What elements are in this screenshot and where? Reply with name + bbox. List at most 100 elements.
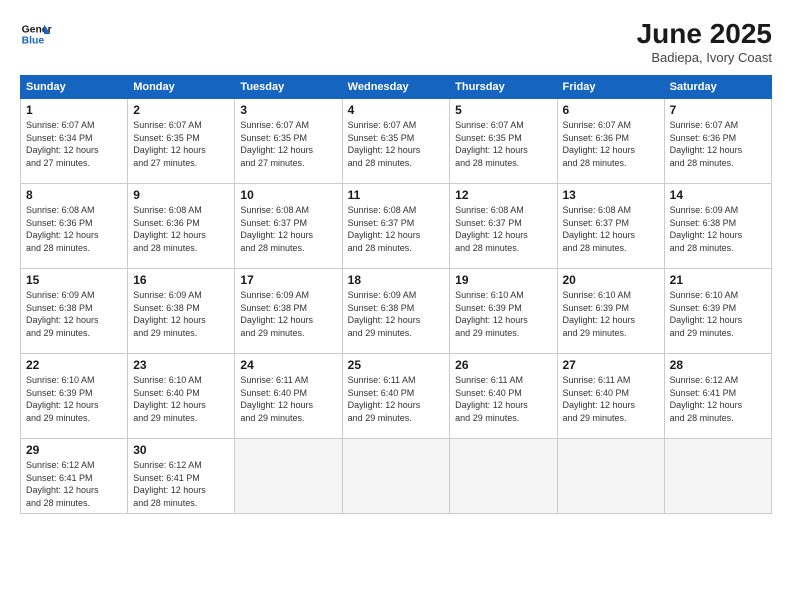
table-row: 17Sunrise: 6:09 AM Sunset: 6:38 PM Dayli… bbox=[235, 269, 342, 354]
table-row bbox=[450, 439, 557, 514]
table-row: 3 Sunrise: 6:07 AM Sunset: 6:35 PM Daylig… bbox=[235, 99, 342, 184]
table-row: 16 Sunrise: 6:09 AM Sunset: 6:38 PM Dayli… bbox=[128, 269, 235, 354]
table-row: 9 Sunrise: 6:08 AM Sunset: 6:36 PM Daylig… bbox=[128, 184, 235, 269]
table-row bbox=[664, 439, 771, 514]
day-number: 2 bbox=[133, 103, 229, 117]
day-detail: Sunrise: 6:07 AM Sunset: 6:34 PM Dayligh… bbox=[26, 119, 122, 169]
table-row: 30 Sunrise: 6:12 AM Sunset: 6:41 PM Dayli… bbox=[128, 439, 235, 514]
calendar-table: Sunday Monday Tuesday Wednesday Thursday… bbox=[20, 75, 772, 514]
col-monday: Monday bbox=[128, 76, 235, 99]
day-number: 8 bbox=[26, 188, 122, 202]
table-row: 4Sunrise: 6:07 AM Sunset: 6:35 PM Daylig… bbox=[342, 99, 450, 184]
day-number: 17 bbox=[240, 273, 336, 287]
day-detail: Sunrise: 6:07 AM Sunset: 6:35 PM Dayligh… bbox=[240, 119, 336, 169]
day-number: 15 bbox=[26, 273, 122, 287]
table-row bbox=[235, 439, 342, 514]
location: Badiepa, Ivory Coast bbox=[637, 50, 772, 65]
col-tuesday: Tuesday bbox=[235, 76, 342, 99]
col-wednesday: Wednesday bbox=[342, 76, 450, 99]
day-detail: Sunrise: 6:09 AM Sunset: 6:38 PM Dayligh… bbox=[26, 289, 122, 339]
day-detail: Sunrise: 6:08 AM Sunset: 6:36 PM Dayligh… bbox=[133, 204, 229, 254]
table-row: 22 Sunrise: 6:10 AM Sunset: 6:39 PM Dayli… bbox=[21, 354, 128, 439]
table-row: 6 Sunrise: 6:07 AM Sunset: 6:36 PM Daylig… bbox=[557, 99, 664, 184]
table-row: 13 Sunrise: 6:08 AM Sunset: 6:37 PM Dayli… bbox=[557, 184, 664, 269]
day-detail: Sunrise: 6:08 AM Sunset: 6:37 PM Dayligh… bbox=[563, 204, 659, 254]
day-number: 9 bbox=[133, 188, 229, 202]
table-row: 5 Sunrise: 6:07 AM Sunset: 6:35 PM Daylig… bbox=[450, 99, 557, 184]
svg-text:Blue: Blue bbox=[22, 36, 45, 47]
table-row: 1 Sunrise: 6:07 AM Sunset: 6:34 PM Daylig… bbox=[21, 99, 128, 184]
day-number: 23 bbox=[133, 358, 229, 372]
table-row: 27 Sunrise: 6:11 AM Sunset: 6:40 PM Dayli… bbox=[557, 354, 664, 439]
day-detail: Sunrise: 6:10 AM Sunset: 6:40 PM Dayligh… bbox=[133, 374, 229, 424]
day-number: 11 bbox=[348, 188, 445, 202]
day-number: 29 bbox=[26, 443, 122, 457]
table-row: 7 Sunrise: 6:07 AM Sunset: 6:36 PM Daylig… bbox=[664, 99, 771, 184]
day-detail: Sunrise: 6:11 AM Sunset: 6:40 PM Dayligh… bbox=[563, 374, 659, 424]
day-number: 1 bbox=[26, 103, 122, 117]
day-detail: Sunrise: 6:10 AM Sunset: 6:39 PM Dayligh… bbox=[26, 374, 122, 424]
day-number: 6 bbox=[563, 103, 659, 117]
day-detail: Sunrise: 6:10 AM Sunset: 6:39 PM Dayligh… bbox=[670, 289, 766, 339]
day-detail: Sunrise: 6:09 AM Sunset: 6:38 PM Dayligh… bbox=[670, 204, 766, 254]
day-detail: Sunrise: 6:07 AM Sunset: 6:35 PM Dayligh… bbox=[455, 119, 551, 169]
table-row: 29 Sunrise: 6:12 AM Sunset: 6:41 PM Dayli… bbox=[21, 439, 128, 514]
table-row: 21 Sunrise: 6:10 AM Sunset: 6:39 PM Dayli… bbox=[664, 269, 771, 354]
day-number: 26 bbox=[455, 358, 551, 372]
day-detail: Sunrise: 6:08 AM Sunset: 6:37 PM Dayligh… bbox=[348, 204, 445, 254]
day-detail: Sunrise: 6:10 AM Sunset: 6:39 PM Dayligh… bbox=[563, 289, 659, 339]
table-row: 18 Sunrise: 6:09 AM Sunset: 6:38 PM Dayli… bbox=[342, 269, 450, 354]
table-row: 25 Sunrise: 6:11 AM Sunset: 6:40 PM Dayli… bbox=[342, 354, 450, 439]
title-block: June 2025 Badiepa, Ivory Coast bbox=[637, 18, 772, 65]
day-detail: Sunrise: 6:11 AM Sunset: 6:40 PM Dayligh… bbox=[455, 374, 551, 424]
day-detail: Sunrise: 6:12 AM Sunset: 6:41 PM Dayligh… bbox=[26, 459, 122, 509]
calendar-header-row: Sunday Monday Tuesday Wednesday Thursday… bbox=[21, 76, 772, 99]
day-number: 27 bbox=[563, 358, 659, 372]
day-number: 21 bbox=[670, 273, 766, 287]
day-number: 14 bbox=[670, 188, 766, 202]
table-row bbox=[557, 439, 664, 514]
table-row: 2 Sunrise: 6:07 AM Sunset: 6:35 PM Daylig… bbox=[128, 99, 235, 184]
col-friday: Friday bbox=[557, 76, 664, 99]
day-number: 18 bbox=[348, 273, 445, 287]
page: General Blue June 2025 Badiepa, Ivory Co… bbox=[0, 0, 792, 612]
day-number: 19 bbox=[455, 273, 551, 287]
day-number: 3 bbox=[240, 103, 336, 117]
table-row: 26 Sunrise: 6:11 AM Sunset: 6:40 PM Dayli… bbox=[450, 354, 557, 439]
day-number: 25 bbox=[348, 358, 445, 372]
day-detail: Sunrise: 6:07 AM Sunset: 6:35 PM Dayligh… bbox=[133, 119, 229, 169]
day-number: 16 bbox=[133, 273, 229, 287]
table-row: 15 Sunrise: 6:09 AM Sunset: 6:38 PM Dayli… bbox=[21, 269, 128, 354]
day-detail: Sunrise: 6:08 AM Sunset: 6:37 PM Dayligh… bbox=[455, 204, 551, 254]
table-row bbox=[342, 439, 450, 514]
day-detail: Sunrise: 6:10 AM Sunset: 6:39 PM Dayligh… bbox=[455, 289, 551, 339]
table-row: 10Sunrise: 6:08 AM Sunset: 6:37 PM Dayli… bbox=[235, 184, 342, 269]
day-number: 30 bbox=[133, 443, 229, 457]
day-detail: Sunrise: 6:07 AM Sunset: 6:36 PM Dayligh… bbox=[670, 119, 766, 169]
day-detail: Sunrise: 6:09 AM Sunset: 6:38 PM Dayligh… bbox=[348, 289, 445, 339]
day-detail: Sunrise: 6:09 AM Sunset: 6:38 PM Dayligh… bbox=[133, 289, 229, 339]
day-number: 28 bbox=[670, 358, 766, 372]
table-row: 20Sunrise: 6:10 AM Sunset: 6:39 PM Dayli… bbox=[557, 269, 664, 354]
day-detail: Sunrise: 6:12 AM Sunset: 6:41 PM Dayligh… bbox=[133, 459, 229, 509]
logo: General Blue bbox=[20, 18, 52, 50]
day-detail: Sunrise: 6:11 AM Sunset: 6:40 PM Dayligh… bbox=[348, 374, 445, 424]
logo-icon: General Blue bbox=[20, 18, 52, 50]
col-sunday: Sunday bbox=[21, 76, 128, 99]
table-row: 23 Sunrise: 6:10 AM Sunset: 6:40 PM Dayli… bbox=[128, 354, 235, 439]
day-number: 22 bbox=[26, 358, 122, 372]
day-number: 13 bbox=[563, 188, 659, 202]
day-detail: Sunrise: 6:11 AM Sunset: 6:40 PM Dayligh… bbox=[240, 374, 336, 424]
table-row: 8 Sunrise: 6:08 AM Sunset: 6:36 PM Daylig… bbox=[21, 184, 128, 269]
table-row: 14 Sunrise: 6:09 AM Sunset: 6:38 PM Dayli… bbox=[664, 184, 771, 269]
col-thursday: Thursday bbox=[450, 76, 557, 99]
day-number: 5 bbox=[455, 103, 551, 117]
day-number: 7 bbox=[670, 103, 766, 117]
day-detail: Sunrise: 6:08 AM Sunset: 6:36 PM Dayligh… bbox=[26, 204, 122, 254]
table-row: 11 Sunrise: 6:08 AM Sunset: 6:37 PM Dayli… bbox=[342, 184, 450, 269]
day-detail: Sunrise: 6:12 AM Sunset: 6:41 PM Dayligh… bbox=[670, 374, 766, 424]
table-row: 24Sunrise: 6:11 AM Sunset: 6:40 PM Dayli… bbox=[235, 354, 342, 439]
day-detail: Sunrise: 6:07 AM Sunset: 6:36 PM Dayligh… bbox=[563, 119, 659, 169]
col-saturday: Saturday bbox=[664, 76, 771, 99]
day-number: 12 bbox=[455, 188, 551, 202]
